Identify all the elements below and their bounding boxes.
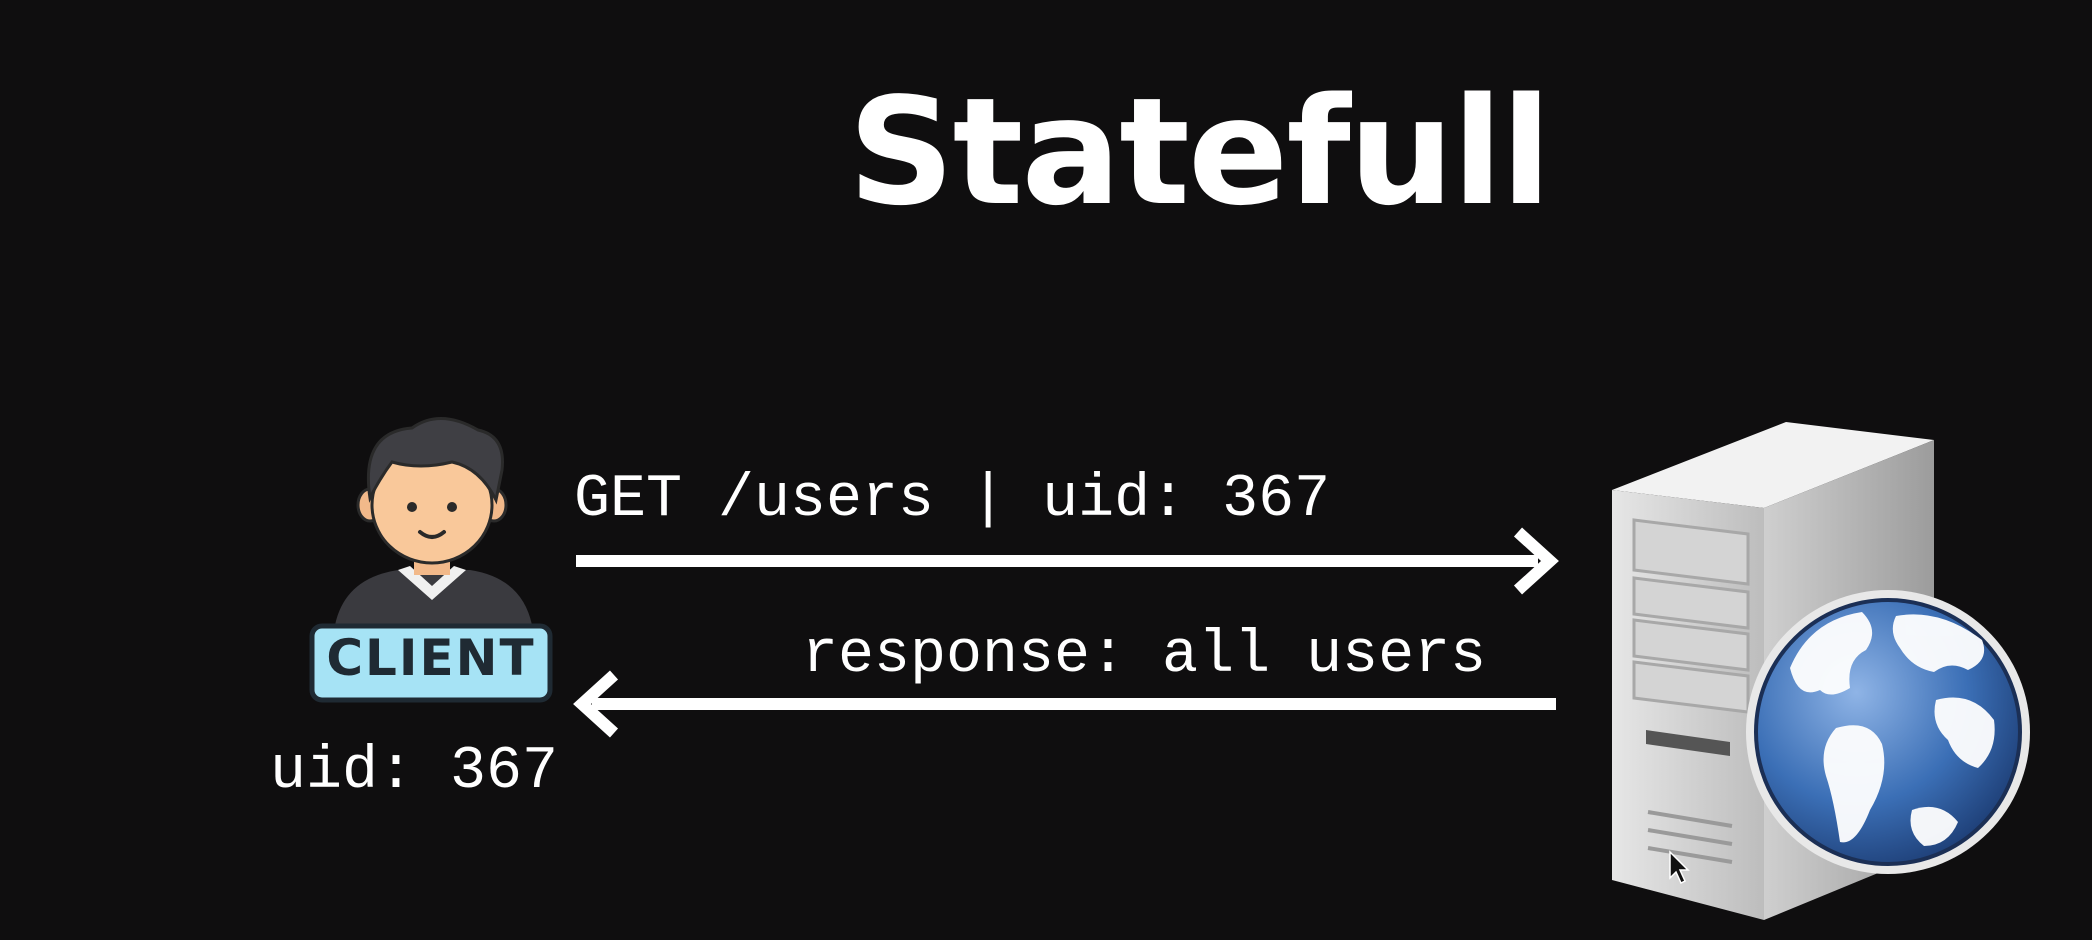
server-globe-icon <box>1612 422 2030 920</box>
slide: Statefull GET /users | uid: 367 response… <box>0 0 2092 940</box>
